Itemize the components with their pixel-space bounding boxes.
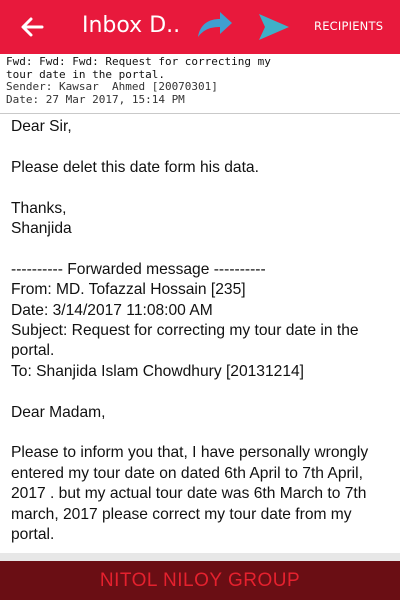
app-screen: Inbox D... RECIPIENTS Fwd: Fwd: Fwd: Req… [0, 0, 400, 600]
footer-company-name: NITOL NILOY GROUP [99, 570, 301, 591]
date-line: Date: 27 Mar 2017, 15:14 PM [6, 92, 185, 106]
subject-line: Fwd: Fwd: Fwd: Request for correcting my [6, 55, 271, 68]
reply-arrow-icon [198, 12, 232, 37]
greeting: Dear Sir, [11, 118, 72, 135]
header-divider [0, 113, 400, 114]
page-title: Inbox D... [82, 13, 182, 38]
request-text: Please delet this date form his data. [11, 158, 259, 176]
sender-line: Sender: Kawsar Ahmed [20070301] [6, 80, 218, 93]
forwarded-from: From: MD. Tofazzal Hossain [235] [11, 281, 246, 299]
arrow-left-icon [21, 17, 44, 37]
send-icon [259, 14, 289, 40]
mail-header: Fwd: Fwd: Fwd: Request for correcting my… [6, 55, 396, 106]
greeting-madam: Dear Madam, [11, 403, 106, 421]
forwarded-to: To: Shanjida Islam Chowdhury [20131214] [11, 362, 304, 380]
message-text: Please to inform you that, I have person… [11, 444, 369, 544]
forwarded-date: Date: 3/14/2017 11:08:00 AM [11, 301, 213, 319]
app-bar: Inbox D... RECIPIENTS [0, 0, 400, 54]
recipients-button[interactable]: RECIPIENTS [314, 18, 383, 34]
mail-body: Dear Sir, Please delet this date form hi… [11, 117, 395, 545]
thanks-text: Thanks, [11, 199, 67, 217]
signature: Shanjida [11, 220, 72, 237]
footer-banner: NITOL NILOY GROUP [0, 561, 400, 600]
reply-button[interactable] [196, 10, 234, 40]
send-button[interactable] [256, 12, 290, 42]
bottom-separator [0, 553, 400, 561]
forwarded-subject: Subject: Request for correcting my tour … [11, 322, 359, 360]
back-button[interactable] [18, 13, 46, 41]
forward-marker: ---------- Forwarded message ---------- [11, 260, 266, 278]
